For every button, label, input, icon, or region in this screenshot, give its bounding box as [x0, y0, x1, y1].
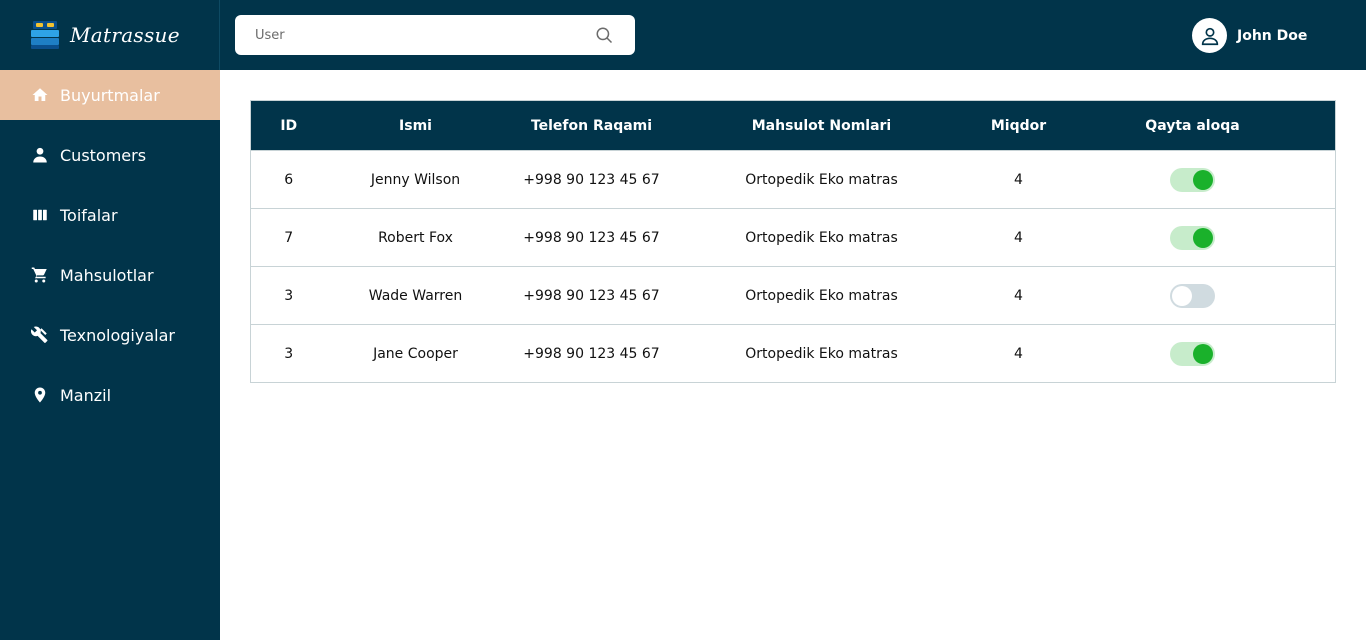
- cell-id: 6: [284, 171, 294, 188]
- cell-quantity: 4: [1014, 171, 1023, 188]
- sidebar-item-label: Texnologiyalar: [60, 325, 175, 345]
- sidebar-item-label: Mahsulotlar: [60, 265, 154, 285]
- table-row: 7 Robert Fox +998 90 123 45 67 Ortopedik…: [250, 208, 1336, 267]
- cart-icon: [31, 266, 49, 284]
- cell-id: 3: [284, 287, 294, 304]
- cell-quantity: 4: [1014, 345, 1023, 362]
- sidebar-item-label: Customers: [60, 145, 147, 165]
- cell-product: Ortopedik Eko matras: [745, 345, 898, 362]
- sidebar-item-customers[interactable]: Customers: [0, 130, 220, 180]
- cell-product: Ortopedik Eko matras: [745, 287, 898, 304]
- home-icon: [31, 86, 49, 104]
- columns-icon: [31, 206, 49, 224]
- table-row: 3 Jane Cooper +998 90 123 45 67 Ortopedi…: [250, 324, 1336, 383]
- user-name: John Doe: [1237, 27, 1308, 44]
- location-pin-icon: [31, 386, 49, 404]
- callback-toggle[interactable]: [1170, 225, 1215, 250]
- toggle-knob: [1172, 285, 1192, 306]
- cell-callback: [1073, 325, 1313, 383]
- sidebar: Matrassue Buyurtmalar Customers Toifalar…: [0, 0, 220, 640]
- cell-spacer: [1313, 209, 1336, 267]
- main-content: ID Ismi Telefon Raqami Mahsulot Nomlari …: [250, 100, 1336, 383]
- cell-quantity: 4: [1014, 287, 1023, 304]
- sidebar-item-texnologiyalar[interactable]: Texnologiyalar: [0, 310, 220, 360]
- cell-callback: [1073, 209, 1313, 267]
- toggle-knob: [1193, 343, 1213, 364]
- toggle-knob: [1193, 227, 1213, 248]
- cell-callback: [1073, 267, 1313, 325]
- cell-phone: +998 90 123 45 67: [523, 345, 660, 362]
- table-row: 6 Jenny Wilson +998 90 123 45 67 Ortoped…: [250, 150, 1336, 209]
- cell-phone: +998 90 123 45 67: [523, 287, 660, 304]
- sidebar-item-label: Buyurtmalar: [60, 85, 160, 105]
- cell-spacer: [1313, 267, 1336, 325]
- sidebar-item-toifalar[interactable]: Toifalar: [0, 190, 220, 240]
- search-icon[interactable]: [595, 26, 613, 44]
- cell-spacer: [1313, 325, 1336, 383]
- cell-product: Ortopedik Eko matras: [745, 229, 898, 246]
- top-header: John Doe: [220, 0, 1366, 70]
- orders-table: ID Ismi Telefon Raqami Mahsulot Nomlari …: [250, 100, 1336, 383]
- callback-toggle[interactable]: [1170, 341, 1215, 366]
- column-header-product: Mahsulot Nomlari: [751, 117, 892, 134]
- cell-id: 3: [284, 345, 294, 362]
- column-header-id: ID: [280, 117, 298, 134]
- cell-name: Robert Fox: [378, 229, 453, 246]
- tools-icon: [31, 326, 49, 344]
- sidebar-item-label: Manzil: [60, 385, 112, 405]
- cell-id: 7: [284, 229, 294, 246]
- column-header-callback: Qayta aloqa: [1145, 117, 1240, 134]
- column-header-quantity: Miqdor: [990, 117, 1047, 134]
- brand-name: Matrassue: [70, 23, 180, 47]
- user-menu[interactable]: John Doe: [1192, 18, 1307, 53]
- cell-product: Ortopedik Eko matras: [745, 171, 898, 188]
- callback-toggle[interactable]: [1170, 167, 1215, 192]
- sidebar-item-manzil[interactable]: Manzil: [0, 370, 220, 420]
- cell-callback: [1073, 151, 1313, 209]
- search-input[interactable]: [235, 16, 575, 54]
- cell-name: Jenny Wilson: [370, 171, 461, 188]
- user-avatar-icon: [1192, 18, 1227, 53]
- sidebar-item-label: Toifalar: [60, 205, 118, 225]
- cell-phone: +998 90 123 45 67: [523, 229, 660, 246]
- column-header-phone: Telefon Raqami: [530, 117, 653, 134]
- bed-logo-icon: [31, 21, 59, 49]
- callback-toggle[interactable]: [1170, 283, 1215, 308]
- search-box: [235, 15, 635, 55]
- cell-quantity: 4: [1014, 229, 1023, 246]
- sidebar-item-buyurtmalar[interactable]: Buyurtmalar: [0, 70, 220, 120]
- person-icon: [31, 146, 49, 164]
- column-header-spacer: [1313, 101, 1336, 151]
- cell-name: Wade Warren: [368, 287, 463, 304]
- sidebar-item-mahsulotlar[interactable]: Mahsulotlar: [0, 250, 220, 300]
- cell-name: Jane Cooper: [373, 345, 458, 362]
- sidebar-nav: Buyurtmalar Customers Toifalar Mahsulotl…: [0, 70, 220, 420]
- column-header-name: Ismi: [399, 117, 432, 134]
- brand[interactable]: Matrassue: [0, 0, 220, 70]
- table-header-row: ID Ismi Telefon Raqami Mahsulot Nomlari …: [250, 100, 1336, 151]
- toggle-knob: [1193, 169, 1213, 190]
- cell-spacer: [1313, 151, 1336, 209]
- table-row: 3 Wade Warren +998 90 123 45 67 Ortopedi…: [250, 266, 1336, 325]
- cell-phone: +998 90 123 45 67: [523, 171, 660, 188]
